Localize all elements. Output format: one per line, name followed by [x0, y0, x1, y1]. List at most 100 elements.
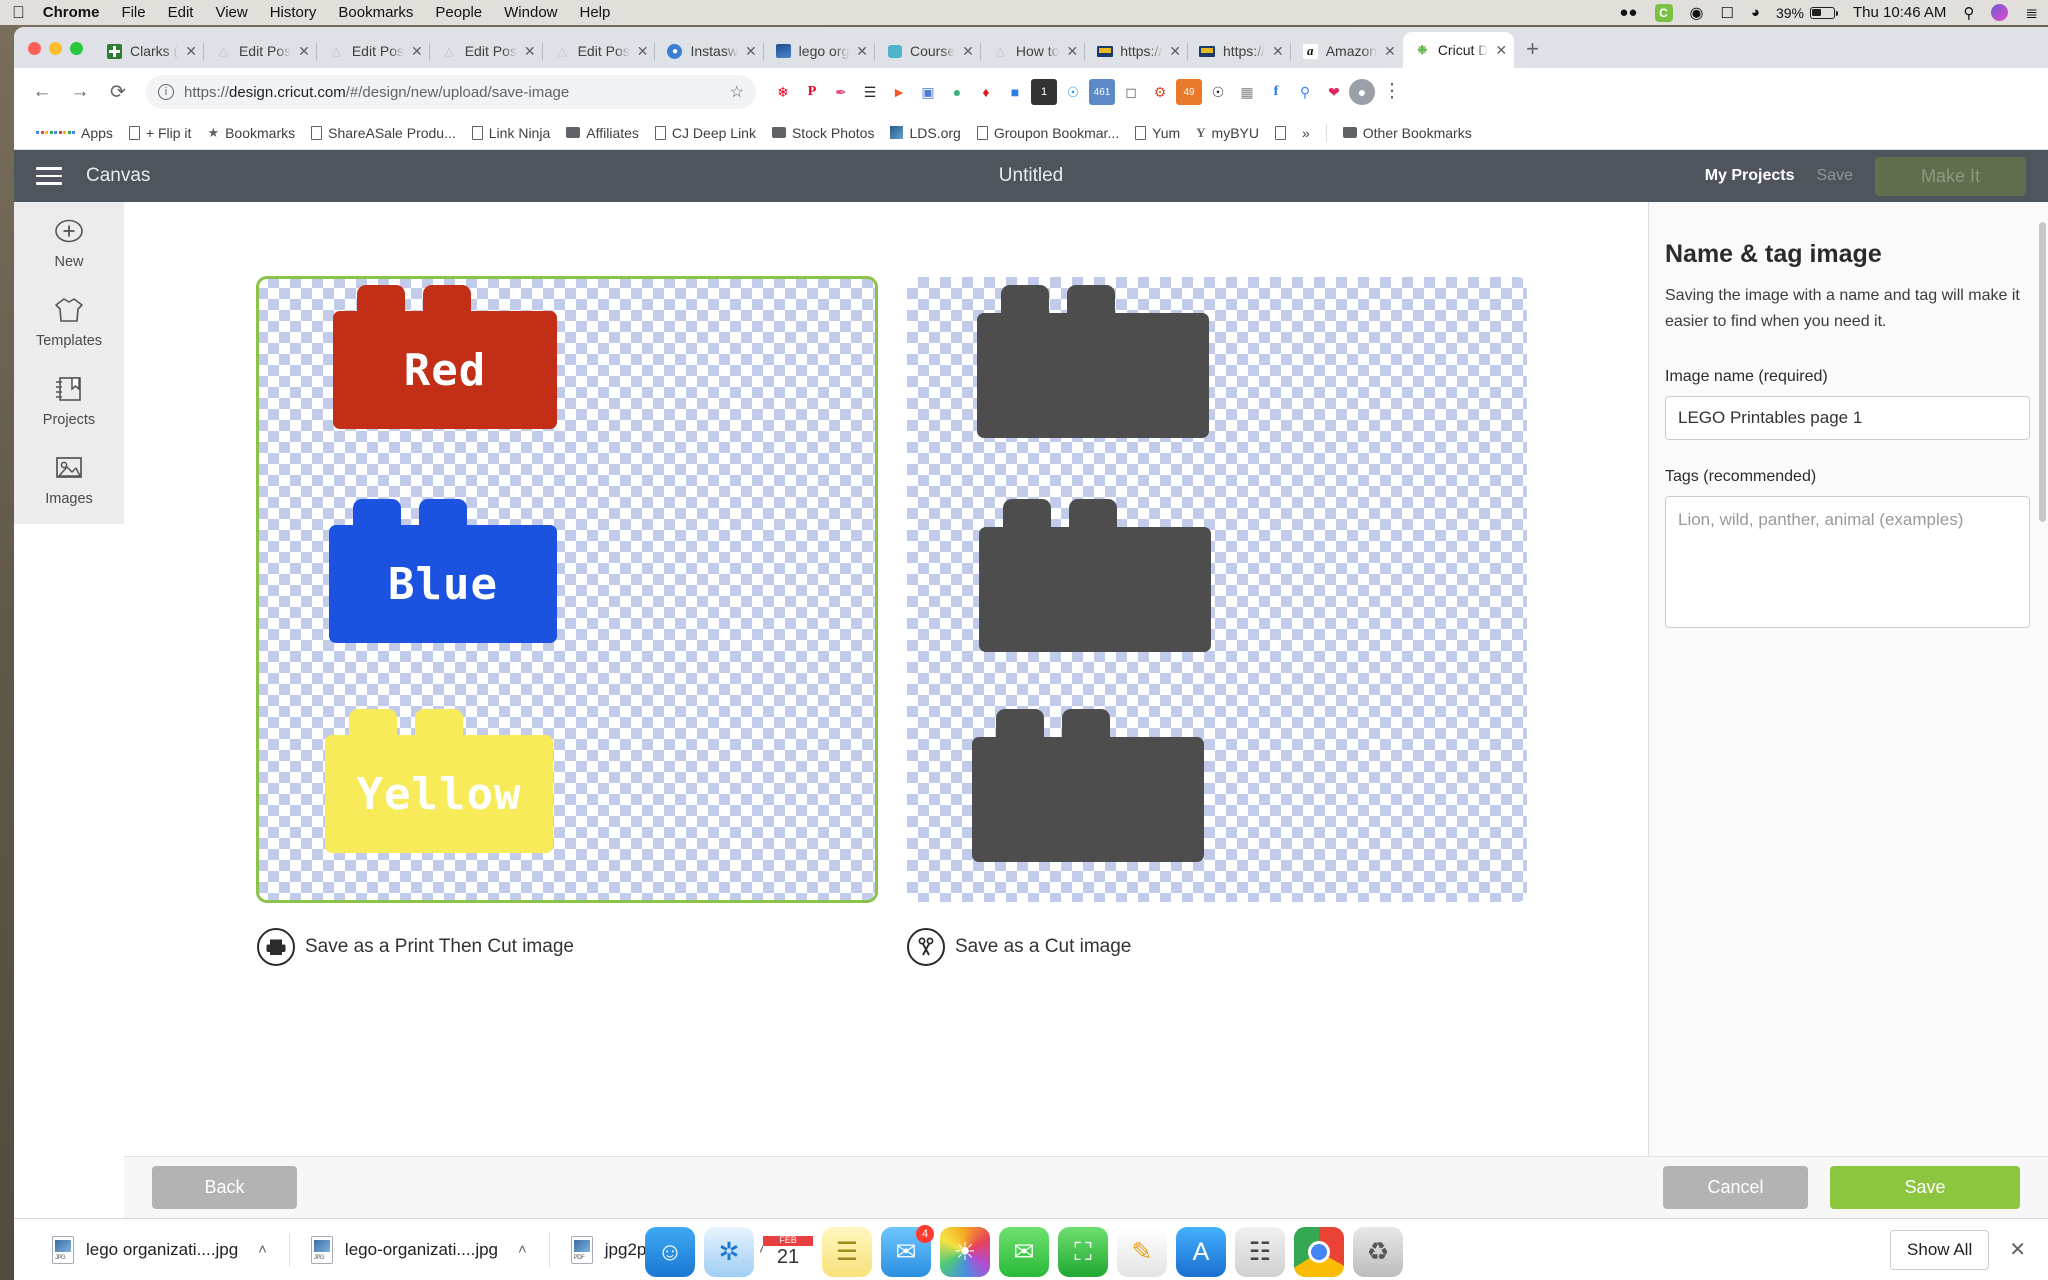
photos-icon[interactable]: ☀	[940, 1227, 990, 1277]
apple-icon[interactable]: 	[12, 4, 25, 21]
tab-close-icon[interactable]: ✕	[1495, 43, 1507, 57]
new-tab-button[interactable]: +	[1514, 38, 1551, 68]
bookmark-apps[interactable]: Apps	[28, 121, 121, 145]
menubar-item-view[interactable]: View	[215, 4, 247, 21]
battery-icon[interactable]	[1810, 6, 1839, 19]
bookmark-yum[interactable]: Yum	[1127, 121, 1188, 145]
print-then-cut-preview[interactable]: Red Blue Yellow	[256, 276, 878, 903]
buffer-icon[interactable]: ☰	[857, 79, 883, 105]
tab-close-icon[interactable]: ✕	[637, 44, 649, 58]
calendar-icon[interactable]: FEB 21	[763, 1227, 813, 1277]
chevron-up-icon[interactable]: ˄	[518, 1241, 527, 1258]
notes-icon[interactable]: ☰	[822, 1227, 872, 1277]
close-downloads-icon[interactable]: ✕	[2009, 1237, 2026, 1262]
tab-close-icon[interactable]: ✕	[962, 44, 974, 58]
tab-close-icon[interactable]: ✕	[745, 44, 757, 58]
spotlight-search-icon[interactable]: ⚲	[1963, 4, 1974, 22]
puzzle-icon[interactable]: ⚙	[1147, 79, 1173, 105]
sidebar-item-new[interactable]: New	[14, 202, 124, 281]
save-print-then-cut-option[interactable]: Save as a Print Then Cut image	[257, 928, 877, 966]
site-info-icon[interactable]: i	[158, 84, 174, 100]
cut-image-preview[interactable]	[907, 277, 1527, 902]
tab-close-icon[interactable]: ✕	[185, 44, 197, 58]
facebook-icon[interactable]: f	[1263, 79, 1289, 105]
trash-icon[interactable]: ♻	[1353, 1227, 1403, 1277]
bookmarks-overflow-button[interactable]: »	[1294, 121, 1318, 145]
save-link[interactable]: Save	[1817, 167, 1853, 185]
tab-close-icon[interactable]: ✕	[1169, 44, 1181, 58]
back-button[interactable]: ←	[24, 74, 60, 110]
menubar-item-history[interactable]: History	[270, 4, 317, 21]
browser-tab[interactable]: https:// ✕	[1186, 34, 1291, 68]
badge-49-icon[interactable]: 49	[1176, 79, 1202, 105]
bookmark-mybyu[interactable]: Y myBYU	[1188, 121, 1267, 145]
screenshot-icon[interactable]: ◻	[1118, 79, 1144, 105]
pin-icon[interactable]: ♦	[973, 79, 999, 105]
facetime-icon[interactable]: ⛶	[1058, 1227, 1108, 1277]
menubar-item-file[interactable]: File	[121, 4, 145, 21]
bookmark-other-bookmarks[interactable]: Other Bookmarks	[1335, 121, 1480, 145]
finder-icon[interactable]: ☺	[645, 1227, 695, 1277]
pages-icon[interactable]: ✎	[1117, 1227, 1167, 1277]
preview-cut-image[interactable]	[907, 277, 1527, 902]
sidebar-item-images[interactable]: Images	[14, 439, 124, 518]
hotjar-icon[interactable]: ☉	[1060, 79, 1086, 105]
browser-tab[interactable]: △ Edit Pos ✕	[202, 34, 317, 68]
airplay-icon[interactable]: ☐	[1720, 4, 1733, 22]
chrome-icon[interactable]	[1294, 1227, 1344, 1277]
messages-icon[interactable]: ✉	[999, 1227, 1049, 1277]
save-button[interactable]: Save	[1830, 1166, 2020, 1209]
menubar-item-chrome[interactable]: Chrome	[43, 4, 100, 21]
bookmark-stock-photos[interactable]: Stock Photos	[764, 121, 883, 145]
pinterest-1-icon[interactable]: ❄	[770, 79, 796, 105]
chrome-menu-icon[interactable]: ⋮	[1377, 82, 1407, 101]
canvas-label[interactable]: Canvas	[86, 165, 150, 187]
panel-scrollbar[interactable]	[2039, 222, 2046, 522]
sidebar-item-templates[interactable]: Templates	[14, 281, 124, 360]
browser-tab[interactable]: https:// ✕	[1084, 34, 1188, 68]
close-icon[interactable]	[28, 42, 41, 55]
browser-tab[interactable]: △ Edit Pos ✕	[541, 34, 656, 68]
download-item[interactable]: JPG lego organizati....jpg ˄	[30, 1230, 289, 1270]
tab-close-icon[interactable]: ✕	[411, 44, 423, 58]
preview-print-then-cut[interactable]: Red Blue Yellow	[256, 276, 878, 903]
browser-tab[interactable]: ● Instasw ✕	[654, 34, 763, 68]
tailwind-icon[interactable]: ■	[1002, 79, 1028, 105]
count-461-icon[interactable]: 461	[1089, 79, 1115, 105]
tab-close-icon[interactable]: ✕	[1272, 44, 1284, 58]
bookmark-link-ninja[interactable]: Link Ninja	[464, 121, 558, 145]
siri-icon[interactable]	[1991, 4, 2009, 21]
browser-tab[interactable]: Clarks ( ✕	[95, 34, 204, 68]
browser-tab[interactable]: △ How to ✕	[979, 34, 1085, 68]
cancel-button[interactable]: Cancel	[1663, 1166, 1808, 1209]
menubar-clock[interactable]: Thu 10:46 AM	[1853, 4, 1946, 21]
my-projects-link[interactable]: My Projects	[1705, 167, 1795, 185]
wifi-icon[interactable]: ◕	[1751, 4, 1760, 21]
menubar-item-edit[interactable]: Edit	[168, 4, 194, 21]
safari-icon[interactable]: ✲	[704, 1227, 754, 1277]
grid-icon[interactable]: ▦	[1234, 79, 1260, 105]
bookmark-groupon[interactable]: Groupon Bookmar...	[969, 121, 1127, 145]
menubar-item-window[interactable]: Window	[504, 4, 557, 21]
bookmark-unnamed[interactable]	[1267, 122, 1294, 144]
badge-1-icon[interactable]: 1	[1031, 79, 1057, 105]
address-bar[interactable]: i https://design.cricut.com/#/design/new…	[146, 75, 756, 109]
cricut-menu-icon[interactable]: C	[1654, 3, 1673, 22]
make-it-button[interactable]: Make It	[1874, 156, 2026, 196]
back-button[interactable]: Back	[152, 1166, 297, 1209]
browser-tab[interactable]: △ Edit Pos ✕	[428, 34, 543, 68]
menubar-item-help[interactable]: Help	[580, 4, 611, 21]
share-icon[interactable]: ►	[886, 79, 912, 105]
download-item[interactable]: JPG lego-organizati....jpg ˄	[288, 1230, 549, 1270]
browser-tab[interactable]: Course ✕	[874, 34, 981, 68]
mail-icon[interactable]: ✉ 4	[881, 1225, 934, 1277]
tab-close-icon[interactable]: ✕	[524, 44, 536, 58]
hamburger-menu-icon[interactable]	[36, 167, 62, 185]
control-center-icon[interactable]: ≣	[2025, 4, 2038, 22]
chevron-up-icon[interactable]: ˄	[258, 1241, 267, 1258]
image-name-input[interactable]	[1665, 396, 2030, 441]
menubar-item-bookmarks[interactable]: Bookmarks	[338, 4, 413, 21]
bookmark-cj-deep-link[interactable]: CJ Deep Link	[647, 121, 764, 145]
tab-close-icon[interactable]: ✕	[1384, 44, 1396, 58]
heart-icon[interactable]: ❤	[1321, 79, 1347, 105]
